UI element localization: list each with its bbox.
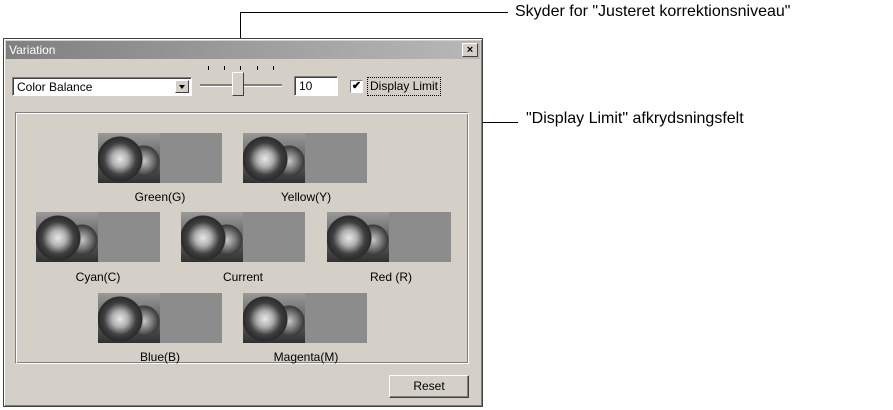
variation-label: Cyan(C) (75, 270, 121, 284)
thumbnail-photo (98, 133, 160, 183)
variation-label: Blue(B) (139, 350, 180, 364)
variation-thumbnail-red[interactable] (327, 212, 451, 262)
select-value: Color Balance (17, 80, 93, 94)
level-value: 10 (299, 79, 313, 93)
display-limit-checkbox[interactable]: ✔ (350, 80, 363, 93)
variation-label: Magenta(M) (273, 350, 339, 364)
variation-label: Green(G) (134, 190, 186, 204)
variation-label: Red (R) (369, 270, 412, 284)
reset-button[interactable]: Reset (389, 375, 469, 398)
display-limit-label[interactable]: Display Limit (367, 77, 442, 96)
thumbnail-photo (181, 212, 243, 262)
variation-label: Yellow(Y) (280, 190, 332, 204)
variation-thumbnail-current[interactable] (181, 212, 305, 262)
check-icon: ✔ (351, 80, 362, 92)
slider-tick (224, 66, 225, 70)
slider-tick (257, 66, 258, 70)
window-title: Variation (9, 43, 56, 57)
variation-thumbnail-magenta[interactable] (243, 293, 367, 343)
thumbnail-photo (98, 293, 160, 343)
slider-tick (208, 66, 209, 70)
slider-callout-horizontal (240, 12, 508, 13)
thumbnail-photo (327, 212, 389, 262)
thumbnail-photo (243, 133, 305, 183)
slider-callout-text: Skyder for "Justeret korrektionsniveau" (515, 3, 791, 20)
slider-tick (273, 66, 274, 70)
correction-level-input[interactable]: 10 (294, 76, 338, 96)
variation-thumbnail-green[interactable] (98, 133, 222, 183)
correction-level-slider-thumb[interactable] (232, 72, 244, 96)
variation-label: Current (222, 270, 263, 284)
checkbox-callout-text: "Display Limit" afkrydsningsfelt (526, 110, 744, 127)
variation-thumbnail-blue[interactable] (98, 293, 222, 343)
slider-tick (240, 66, 241, 70)
thumbnail-photo (243, 293, 305, 343)
adjustment-mode-select[interactable]: Color Balance (12, 77, 192, 96)
close-icon[interactable]: × (462, 43, 478, 57)
variation-thumbnail-yellow[interactable] (243, 133, 367, 183)
variation-thumbnail-cyan[interactable] (36, 212, 160, 262)
title-bar: Variation × (6, 41, 480, 59)
chevron-down-icon[interactable] (175, 80, 189, 93)
thumbnail-photo (36, 212, 98, 262)
